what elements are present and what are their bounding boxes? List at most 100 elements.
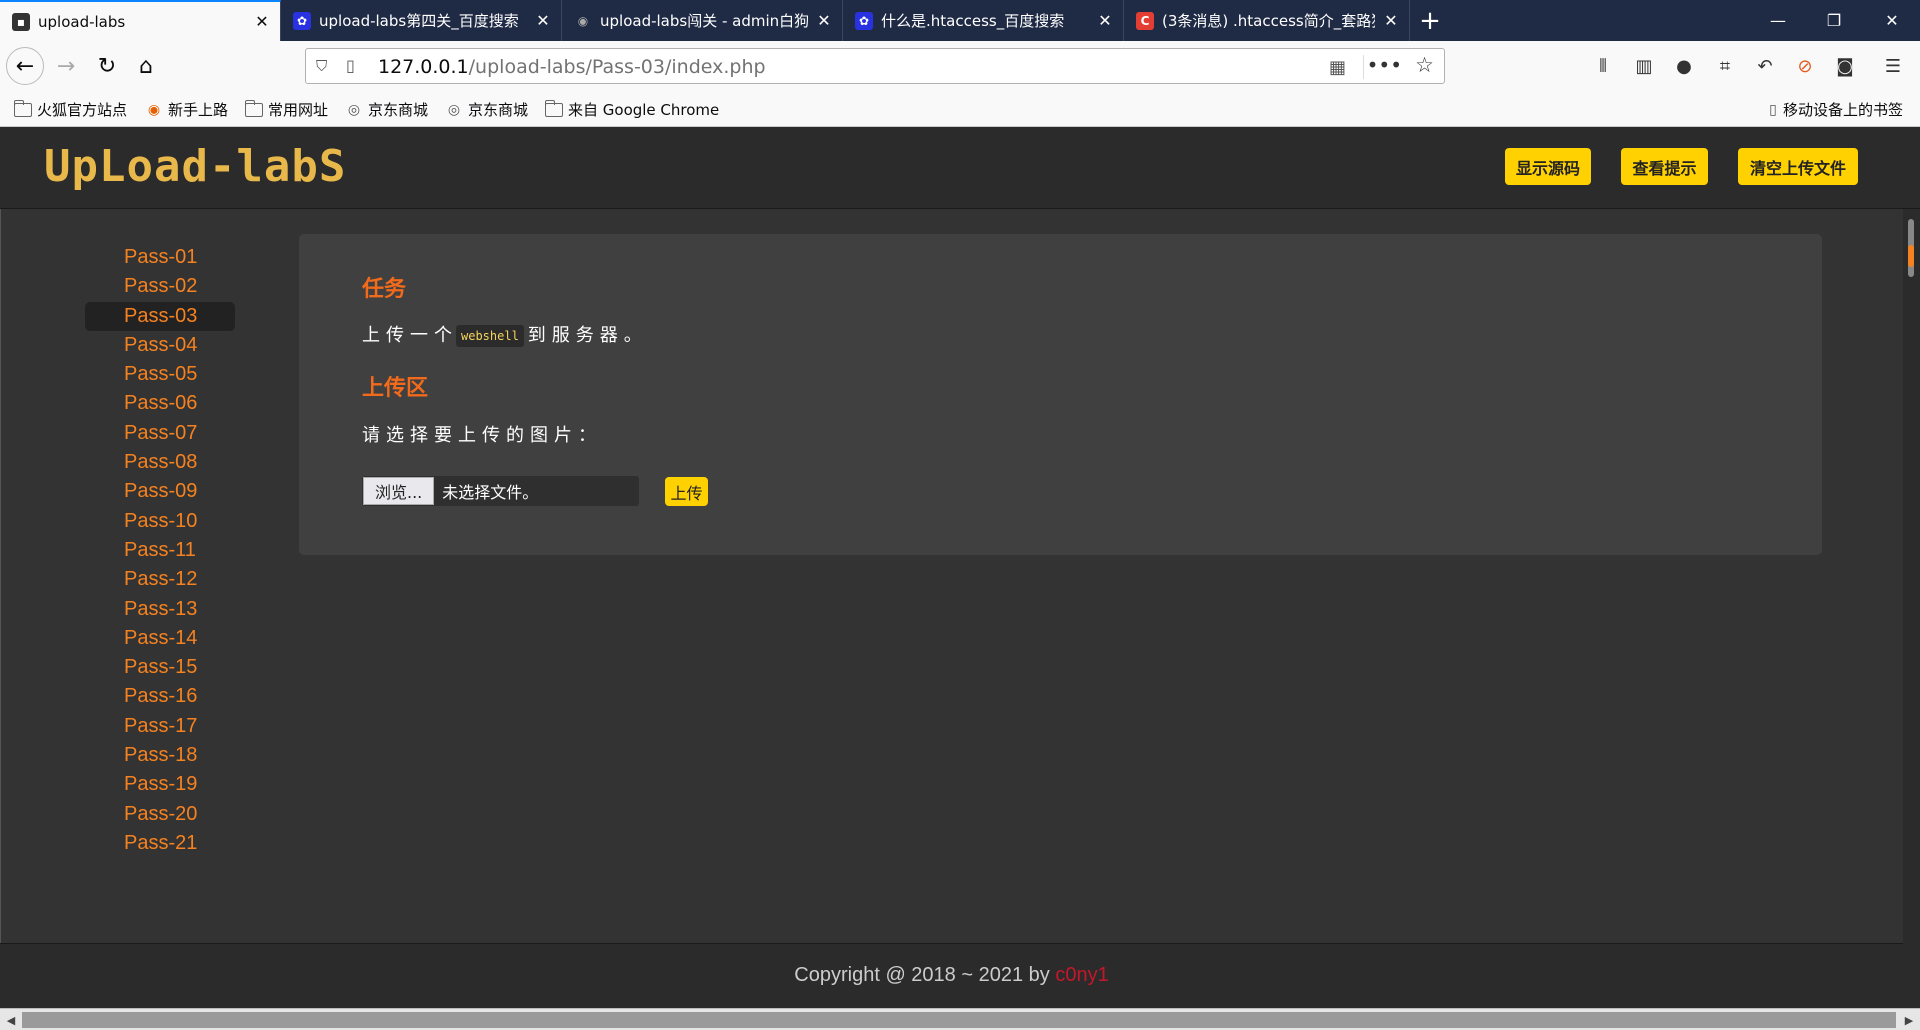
scroll-position-marker <box>1908 245 1914 267</box>
tab-baidu-search-1[interactable]: ✿ upload-labs第四关_百度搜索 ✕ <box>281 0 562 41</box>
undo-icon[interactable]: ↶ <box>1752 53 1778 79</box>
file-status: 未选择文件。 <box>442 483 539 502</box>
scroll-right-arrow-icon[interactable]: ▶ <box>1900 1012 1918 1028</box>
tab-upload-labs-guide[interactable]: ◉ upload-labs闯关 - admin白狗 ✕ <box>562 0 843 41</box>
tab-upload-labs[interactable]: ▪ upload-labs ✕ <box>0 0 281 41</box>
task-description: 上传一个 webshell 到服务器。 <box>362 321 648 347</box>
task-text-before: 上传一个 <box>362 325 458 346</box>
task-heading: 任务 <box>362 277 407 302</box>
url-text[interactable]: 127.0.0.1/upload-labs/Pass-03/index.php <box>378 56 766 78</box>
tab-title: upload-labs第四关_百度搜索 <box>319 12 519 30</box>
url-bar-divider <box>1363 55 1364 79</box>
webshell-code: webshell <box>456 325 524 347</box>
screenshot-icon[interactable]: ⌗ <box>1712 53 1738 79</box>
task-text-after: 到服务器。 <box>527 325 648 346</box>
author-link[interactable]: c0ny1 <box>1055 964 1108 986</box>
new-tab-button[interactable]: + <box>1410 0 1450 41</box>
qr-code-icon[interactable]: ▦ <box>1329 57 1346 78</box>
baidu-paw-icon: ✿ <box>855 11 873 30</box>
bookmark-jd-1[interactable]: ◎ 京东商城 <box>345 99 428 120</box>
page-actions-icon[interactable]: ••• <box>1367 53 1402 77</box>
bookmark-getting-started[interactable]: ◉ 新手上路 <box>145 99 228 120</box>
url-path: /upload-labs/Pass-03/index.php <box>468 56 766 78</box>
page-favicon-icon: ▪ <box>12 12 30 31</box>
horizontal-scroll-thumb[interactable] <box>22 1012 1896 1028</box>
sidebar-toggle-icon[interactable]: ▥ <box>1631 53 1657 79</box>
close-tab-icon[interactable]: ✕ <box>535 11 551 30</box>
tab-baidu-search-2[interactable]: ✿ 什么是.htaccess_百度搜索 ✕ <box>843 0 1124 41</box>
sidebar-item-pass-12[interactable]: Pass-12 <box>85 565 235 594</box>
vertical-scrollbar[interactable] <box>1903 209 1920 1008</box>
page-info-icon[interactable]: ▯ <box>346 56 355 75</box>
baidu-paw-icon: ✿ <box>293 11 311 30</box>
library-icon[interactable]: ⫴ <box>1590 53 1616 79</box>
bookmark-firefox-official[interactable]: 火狐官方站点 <box>13 99 127 120</box>
close-window-button[interactable]: ✕ <box>1864 0 1920 41</box>
clear-uploads-button[interactable]: 清空上传文件 <box>1738 148 1858 185</box>
close-tab-icon[interactable]: ✕ <box>254 12 270 31</box>
sidebar-item-pass-01[interactable]: Pass-01 <box>85 243 235 272</box>
bookmarks-toolbar: 火狐官方站点 ◉ 新手上路 常用网址 ◎ 京东商城 ◎ 京东商城 来自 Google … <box>0 91 1920 127</box>
tab-title: 什么是.htaccess_百度搜索 <box>881 12 1065 30</box>
close-tab-icon[interactable]: ✕ <box>1383 11 1399 30</box>
sidebar-item-pass-02[interactable]: Pass-02 <box>85 272 235 301</box>
blocker-icon[interactable]: ⊘ <box>1792 53 1818 79</box>
upload-button[interactable]: 上传 <box>665 477 708 506</box>
menu-icon[interactable]: ☰ <box>1880 53 1906 79</box>
bookmark-common-sites[interactable]: 常用网址 <box>244 99 328 120</box>
bookmark-star-icon[interactable]: ☆ <box>1415 53 1434 77</box>
tab-csdn[interactable]: C (3条消息) .htaccess简介_套路狗 ✕ <box>1124 0 1410 41</box>
horizontal-scrollbar[interactable]: ◀ ▶ <box>0 1008 1920 1030</box>
firefox-icon: ◉ <box>147 101 161 118</box>
sidebar-item-pass-13[interactable]: Pass-13 <box>85 595 235 624</box>
browse-button[interactable]: 浏览... <box>363 477 435 505</box>
sidebar-item-pass-16[interactable]: Pass-16 <box>85 682 235 711</box>
folder-icon <box>244 99 263 118</box>
view-hint-button[interactable]: 查看提示 <box>1621 148 1708 185</box>
sidebar-item-pass-19[interactable]: Pass-19 <box>85 770 235 799</box>
sidebar-item-pass-03[interactable]: Pass-03 <box>85 301 235 331</box>
sidebar-item-pass-20[interactable]: Pass-20 <box>85 800 235 829</box>
back-button[interactable]: ← <box>6 47 44 85</box>
sidebar-item-pass-04[interactable]: Pass-04 <box>85 331 235 360</box>
bookmark-label: 新手上路 <box>168 101 229 119</box>
sidebar-item-pass-17[interactable]: Pass-17 <box>85 712 235 741</box>
tracking-shield-icon[interactable]: ⛉ <box>316 57 327 75</box>
sidebar-item-pass-14[interactable]: Pass-14 <box>85 624 235 653</box>
upload-heading: 上传区 <box>362 376 429 401</box>
close-tab-icon[interactable]: ✕ <box>1097 11 1113 30</box>
sidebar-item-pass-05[interactable]: Pass-05 <box>85 360 235 389</box>
forward-button[interactable]: → <box>47 47 85 85</box>
account-icon[interactable]: ◙ <box>1832 53 1858 79</box>
tab-strip: ▪ upload-labs ✕ ✿ upload-labs第四关_百度搜索 ✕ … <box>0 0 1920 41</box>
sidebar-item-pass-18[interactable]: Pass-18 <box>85 741 235 770</box>
minimize-button[interactable]: — <box>1750 0 1806 41</box>
extension-icon[interactable]: ● <box>1671 53 1697 79</box>
sidebar-item-pass-06[interactable]: Pass-06 <box>85 389 235 418</box>
globe-icon: ◎ <box>447 101 461 118</box>
tab-title: upload-labs闯关 - admin白狗 <box>600 12 808 30</box>
mobile-bookmarks[interactable]: ▯ 移动设备上的书签 <box>1768 99 1903 120</box>
sidebar-item-pass-08[interactable]: Pass-08 <box>85 448 235 477</box>
url-bar[interactable]: ⛉ ▯ 127.0.0.1/upload-labs/Pass-03/index.… <box>305 48 1445 84</box>
close-tab-icon[interactable]: ✕ <box>816 11 832 30</box>
site-header: UpLoad-labS 显示源码 查看提示 清空上传文件 <box>0 127 1920 209</box>
site-logo[interactable]: UpLoad-labS <box>44 141 346 192</box>
bookmark-from-chrome[interactable]: 来自 Google Chrome <box>544 99 719 120</box>
file-input[interactable]: 浏览... 未选择文件。 <box>362 476 639 506</box>
main-content: Pass-01 Pass-02 Pass-03 Pass-04 Pass-05 Pass-… <box>0 209 1903 943</box>
bookmark-jd-2[interactable]: ◎ 京东商城 <box>445 99 528 120</box>
sidebar-item-pass-10[interactable]: Pass-10 <box>85 507 235 536</box>
sidebar-item-pass-07[interactable]: Pass-07 <box>85 419 235 448</box>
show-source-button[interactable]: 显示源码 <box>1505 148 1591 185</box>
sidebar-item-pass-09[interactable]: Pass-09 <box>85 477 235 506</box>
github-icon: ◉ <box>577 13 589 28</box>
home-button[interactable]: ⌂ <box>127 47 165 85</box>
sidebar-item-pass-11[interactable]: Pass-11 <box>85 536 235 565</box>
reload-button[interactable]: ↻ <box>88 47 126 85</box>
sidebar-item-pass-15[interactable]: Pass-15 <box>85 653 235 682</box>
restore-button[interactable]: ❐ <box>1806 0 1862 41</box>
task-panel: 任务 上传一个 webshell 到服务器。 上传区 请选择要上传的图片： 浏览..… <box>299 234 1822 555</box>
scroll-left-arrow-icon[interactable]: ◀ <box>2 1012 20 1028</box>
sidebar-item-pass-21[interactable]: Pass-21 <box>85 829 235 858</box>
